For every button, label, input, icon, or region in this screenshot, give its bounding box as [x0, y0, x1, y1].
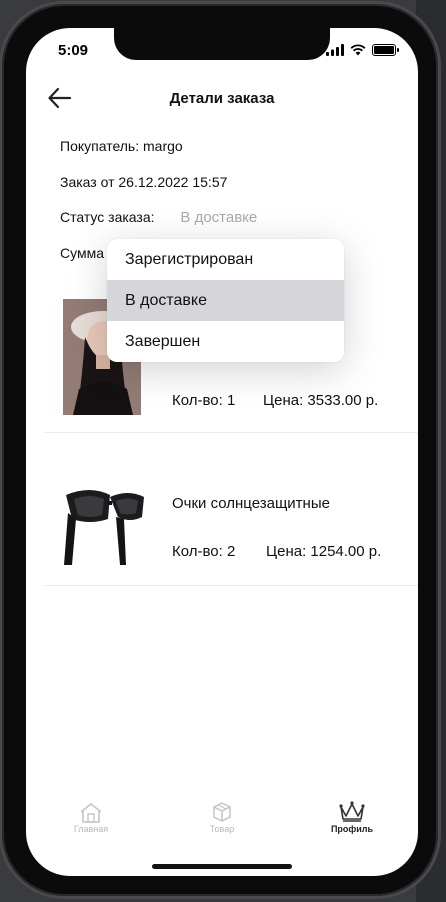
- tab-product[interactable]: Товар: [182, 798, 262, 834]
- tab-home[interactable]: Главная: [51, 798, 131, 834]
- status-icons: [326, 44, 399, 56]
- header: Детали заказа: [26, 80, 418, 120]
- item-price: Цена: 1254.00 р.: [266, 543, 382, 560]
- wifi-icon: [350, 44, 366, 56]
- order-status-label: Статус заказа:: [60, 209, 155, 225]
- tab-profile[interactable]: Профиль: [312, 798, 392, 834]
- buyer-text: Покупатель: margo: [60, 138, 183, 154]
- dropdown-option-in-delivery[interactable]: В доставке: [107, 280, 344, 321]
- tab-bar: Главная Товар Профиль: [26, 798, 418, 848]
- status-time: 5:09: [58, 42, 89, 59]
- item-quantity: Кол-во: 1: [172, 392, 236, 409]
- dropdown-option-registered[interactable]: Зарегистрирован: [107, 239, 344, 280]
- item-price: Цена: 3533.00 р.: [263, 392, 379, 409]
- battery-icon: [372, 44, 399, 56]
- product-image: [64, 490, 144, 565]
- box-icon: [213, 802, 231, 822]
- phone-frame: 5:09 Детали заказа Покупатель: margo Зак…: [2, 4, 438, 896]
- home-indicator: [152, 864, 292, 869]
- home-icon: [80, 803, 102, 823]
- signal-icon: [326, 44, 344, 56]
- status-dropdown: Зарегистрирован В доставке Завершен: [107, 239, 344, 362]
- item-name: Очки солнцезащитные: [172, 495, 330, 512]
- tab-home-label: Главная: [73, 824, 109, 834]
- tab-profile-label: Профиль: [330, 824, 374, 834]
- list-item[interactable]: Очки солнцезащитные Кол-во: 2 Цена: 1254…: [26, 433, 418, 586]
- page-title: Детали заказа: [169, 90, 275, 107]
- order-sum-label: Сумма: [60, 245, 104, 261]
- order-date-text: Заказ от 26.12.2022 15:57: [60, 174, 228, 190]
- order-status-row: Статус заказа: В доставке: [60, 209, 257, 226]
- dropdown-option-completed[interactable]: Завершен: [107, 321, 344, 362]
- tab-product-label: Товар: [209, 824, 235, 834]
- app-screen: 5:09 Детали заказа Покупатель: margo Зак…: [26, 28, 418, 876]
- item-divider: [44, 585, 418, 586]
- order-status-value[interactable]: В доставке: [180, 209, 257, 226]
- item-quantity: Кол-во: 2: [172, 543, 236, 560]
- notch: [114, 28, 330, 60]
- crown-icon: [339, 801, 365, 822]
